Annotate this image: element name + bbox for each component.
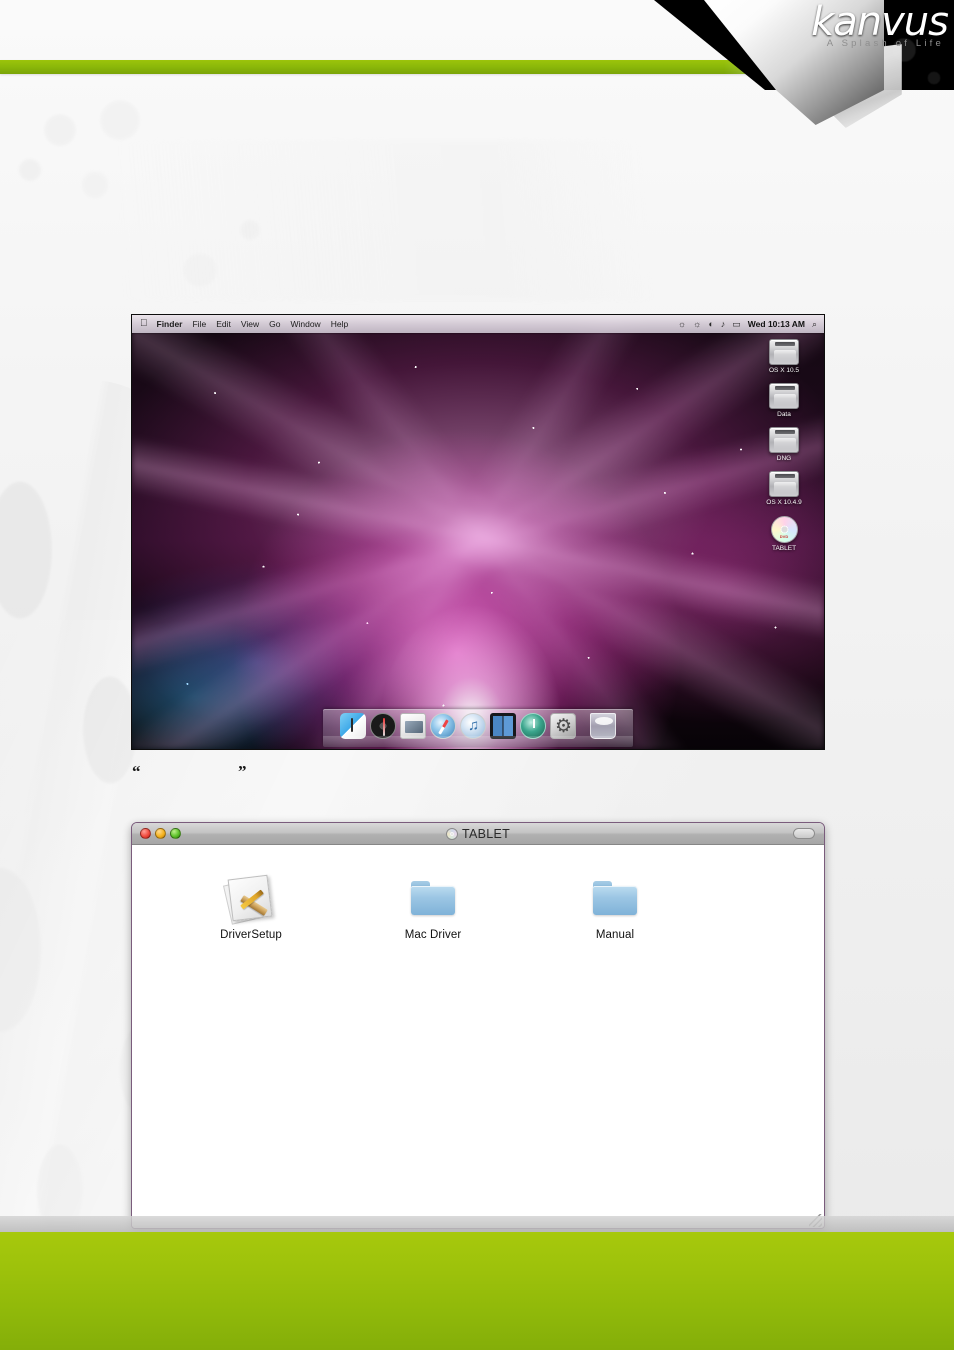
mac-dock [323,709,633,747]
finder-item-label: DriverSetup [220,929,282,941]
swirl-watermark [120,140,820,300]
menu-item-help[interactable]: Help [331,319,348,329]
mac-menu-bar:  Finder File Edit View Go Window Help ☼… [132,315,824,333]
input-source-icon[interactable]: ▭ [732,319,741,329]
quote-open: “ [132,762,141,781]
menu-bar-clock[interactable]: Wed 10:13 AM [748,319,805,329]
desktop-icons: OS X 10.5 Data DNG OS X 10.4.9 TABLET [753,339,815,561]
menu-item-view[interactable]: View [241,319,259,329]
menu-bar-status-area: ☼ ☼ ◐ ♪ ▭ Wed 10:13 AM ⌕ [678,319,817,329]
finder-item-mac-driver[interactable]: Mac Driver [342,875,524,941]
folder-icon [408,875,458,921]
quote-caption: “ ” [132,762,532,784]
desktop-icon-label: OS X 10.4.9 [766,499,802,507]
apple-menu-icon[interactable]:  [140,319,148,329]
hard-drive-icon [769,339,799,365]
desktop-icon-label: TABLET [771,544,797,552]
desktop-icon-label: DNG [776,455,792,463]
window-title-text: TABLET [461,826,511,841]
desktop-icon-tablet-disc[interactable]: TABLET [753,515,815,552]
window-title: TABLET [132,827,824,841]
finder-item-manual[interactable]: Manual [524,875,706,941]
folder-shape [593,881,637,915]
desktop-icon-os-x-105[interactable]: OS X 10.5 [753,339,815,374]
desktop-icon-os-x-1049[interactable]: OS X 10.4.9 [753,471,815,506]
time-machine-icon[interactable]: ☼ [678,319,686,329]
dock-reflection [323,736,633,747]
finder-window-body[interactable]: DriverSetup Mac Driver Manual [132,845,824,1228]
desktop-icon-label: OS X 10.5 [769,367,799,374]
optical-disc-icon [445,827,458,840]
folder-body [593,886,637,915]
installer-package-icon [222,874,276,925]
finder-items-row: DriverSetup Mac Driver Manual [132,874,824,941]
bluetooth-icon[interactable]: ☼ [693,319,701,329]
desktop-icon-label: Data [777,411,791,419]
quote-close: ” [238,762,247,781]
folder-icon [590,875,640,921]
search-icon[interactable]: ⌕ [812,319,817,329]
menu-item-finder[interactable]: Finder [157,319,183,329]
finder-item-driversetup[interactable]: DriverSetup [160,874,342,941]
finder-item-label: Mac Driver [404,929,462,941]
desktop-icon-data[interactable]: Data [753,383,815,418]
wifi-icon[interactable]: ◐ [708,319,713,329]
finder-item-label: Manual [595,929,635,941]
hard-drive-icon [769,383,799,410]
folder-body [411,886,455,915]
menu-item-go[interactable]: Go [269,319,280,329]
menu-item-edit[interactable]: Edit [216,319,231,329]
folder-shape [411,881,455,915]
toolbar-toggle-button[interactable] [793,828,815,839]
footer-green-bar [0,1232,954,1350]
finder-window-tablet[interactable]: TABLET DriverSetup Mac Driver Manual [131,822,825,1229]
footer-grey-strip [0,1216,954,1232]
brand-name: kanvus [811,0,949,45]
menu-item-file[interactable]: File [192,319,206,329]
wallpaper-stars [132,315,824,749]
desktop-screenshot:  Finder File Edit View Go Window Help ☼… [131,314,825,750]
menu-item-window[interactable]: Window [290,319,320,329]
window-title-bar[interactable]: TABLET [132,823,824,845]
desktop-icon-dng[interactable]: DNG [753,427,815,462]
brand-tagline: A Splash of Life [826,38,944,49]
hard-drive-icon [769,471,799,498]
volume-icon[interactable]: ♪ [721,319,726,329]
optical-disc-icon [770,515,798,543]
hard-drive-icon [769,427,799,454]
brand-logo: kanvus A Splash of Life [811,0,949,49]
